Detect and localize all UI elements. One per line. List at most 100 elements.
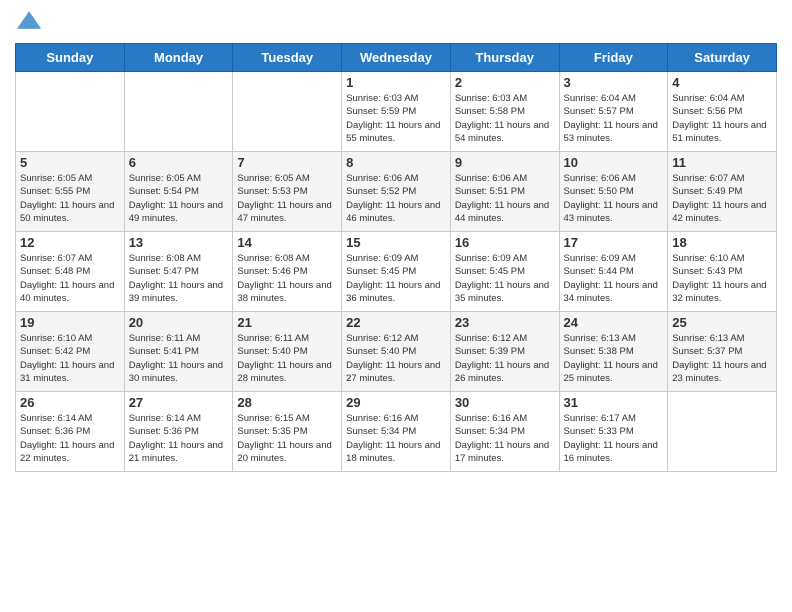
calendar-cell: 11Sunrise: 6:07 AM Sunset: 5:49 PM Dayli… bbox=[668, 152, 777, 232]
calendar-cell: 15 Sunrise: 6:09 AM Sunset: 5:45 PM Dayli… bbox=[342, 232, 451, 312]
date-number: 31 bbox=[564, 395, 664, 410]
week-row-3: 12 Sunrise: 6:07 AM Sunset: 5:48 PM Dayli… bbox=[16, 232, 777, 312]
cell-info: Sunrise: 6:06 AM Sunset: 5:51 PM Dayligh… bbox=[455, 172, 555, 225]
date-number: 28 bbox=[237, 395, 337, 410]
date-number: 13 bbox=[129, 235, 229, 250]
day-header-wednesday: Wednesday bbox=[342, 44, 451, 72]
cell-info: Sunrise: 6:04 AM Sunset: 5:57 PM Dayligh… bbox=[564, 92, 664, 145]
calendar-cell: 20Sunrise: 6:11 AM Sunset: 5:41 PM Dayli… bbox=[124, 312, 233, 392]
calendar-body: 1Sunrise: 6:03 AM Sunset: 5:59 PM Daylig… bbox=[16, 72, 777, 472]
week-row-1: 1Sunrise: 6:03 AM Sunset: 5:59 PM Daylig… bbox=[16, 72, 777, 152]
header-row: SundayMondayTuesdayWednesdayThursdayFrid… bbox=[16, 44, 777, 72]
date-number: 15 bbox=[346, 235, 446, 250]
calendar-cell bbox=[16, 72, 125, 152]
cell-info: Sunrise: 6:08 AM Sunset: 5:46 PM Dayligh… bbox=[237, 252, 337, 305]
cell-info: Sunrise: 6:05 AM Sunset: 5:54 PM Dayligh… bbox=[129, 172, 229, 225]
date-number: 27 bbox=[129, 395, 229, 410]
date-number: 30 bbox=[455, 395, 555, 410]
day-header-saturday: Saturday bbox=[668, 44, 777, 72]
calendar-cell: 18Sunrise: 6:10 AM Sunset: 5:43 PM Dayli… bbox=[668, 232, 777, 312]
cell-info: Sunrise: 6:13 AM Sunset: 5:38 PM Dayligh… bbox=[564, 332, 664, 385]
calendar-cell: 26Sunrise: 6:14 AM Sunset: 5:36 PM Dayli… bbox=[16, 392, 125, 472]
cell-info: Sunrise: 6:07 AM Sunset: 5:49 PM Dayligh… bbox=[672, 172, 772, 225]
cell-info: Sunrise: 6:09 AM Sunset: 5:44 PM Dayligh… bbox=[564, 252, 664, 305]
calendar-table: SundayMondayTuesdayWednesdayThursdayFrid… bbox=[15, 43, 777, 472]
date-number: 1 bbox=[346, 75, 446, 90]
date-number: 5 bbox=[20, 155, 120, 170]
cell-info: Sunrise: 6:04 AM Sunset: 5:56 PM Dayligh… bbox=[672, 92, 772, 145]
logo-icon bbox=[17, 10, 41, 30]
calendar-cell: 10 Sunrise: 6:06 AM Sunset: 5:50 PM Dayli… bbox=[559, 152, 668, 232]
cell-info: Sunrise: 6:05 AM Sunset: 5:53 PM Dayligh… bbox=[237, 172, 337, 225]
cell-info: Sunrise: 6:16 AM Sunset: 5:34 PM Dayligh… bbox=[455, 412, 555, 465]
calendar-cell: 14 Sunrise: 6:08 AM Sunset: 5:46 PM Dayli… bbox=[233, 232, 342, 312]
calendar-cell: 30 Sunrise: 6:16 AM Sunset: 5:34 PM Dayli… bbox=[450, 392, 559, 472]
logo-content bbox=[15, 10, 41, 35]
cell-info: Sunrise: 6:10 AM Sunset: 5:42 PM Dayligh… bbox=[20, 332, 120, 385]
date-number: 23 bbox=[455, 315, 555, 330]
date-number: 12 bbox=[20, 235, 120, 250]
date-number: 22 bbox=[346, 315, 446, 330]
calendar-cell bbox=[668, 392, 777, 472]
date-number: 25 bbox=[672, 315, 772, 330]
calendar-cell: 2Sunrise: 6:03 AM Sunset: 5:58 PM Daylig… bbox=[450, 72, 559, 152]
page-header bbox=[15, 10, 777, 35]
calendar-cell: 28 Sunrise: 6:15 AM Sunset: 5:35 PM Dayli… bbox=[233, 392, 342, 472]
calendar-cell: 23 Sunrise: 6:12 AM Sunset: 5:39 PM Dayli… bbox=[450, 312, 559, 392]
day-header-monday: Monday bbox=[124, 44, 233, 72]
date-number: 2 bbox=[455, 75, 555, 90]
cell-info: Sunrise: 6:11 AM Sunset: 5:40 PM Dayligh… bbox=[237, 332, 337, 385]
calendar-cell: 17Sunrise: 6:09 AM Sunset: 5:44 PM Dayli… bbox=[559, 232, 668, 312]
calendar-cell: 19 Sunrise: 6:10 AM Sunset: 5:42 PM Dayli… bbox=[16, 312, 125, 392]
calendar-cell: 31Sunrise: 6:17 AM Sunset: 5:33 PM Dayli… bbox=[559, 392, 668, 472]
calendar-cell: 25 Sunrise: 6:13 AM Sunset: 5:37 PM Dayli… bbox=[668, 312, 777, 392]
cell-info: Sunrise: 6:15 AM Sunset: 5:35 PM Dayligh… bbox=[237, 412, 337, 465]
calendar-cell: 5 Sunrise: 6:05 AM Sunset: 5:55 PM Daylig… bbox=[16, 152, 125, 232]
week-row-4: 19 Sunrise: 6:10 AM Sunset: 5:42 PM Dayli… bbox=[16, 312, 777, 392]
calendar-cell: 1Sunrise: 6:03 AM Sunset: 5:59 PM Daylig… bbox=[342, 72, 451, 152]
cell-info: Sunrise: 6:12 AM Sunset: 5:39 PM Dayligh… bbox=[455, 332, 555, 385]
date-number: 29 bbox=[346, 395, 446, 410]
week-row-5: 26Sunrise: 6:14 AM Sunset: 5:36 PM Dayli… bbox=[16, 392, 777, 472]
calendar-cell: 27 Sunrise: 6:14 AM Sunset: 5:36 PM Dayli… bbox=[124, 392, 233, 472]
calendar-cell bbox=[124, 72, 233, 152]
calendar-cell: 24 Sunrise: 6:13 AM Sunset: 5:38 PM Dayli… bbox=[559, 312, 668, 392]
cell-info: Sunrise: 6:16 AM Sunset: 5:34 PM Dayligh… bbox=[346, 412, 446, 465]
calendar-cell: 8Sunrise: 6:06 AM Sunset: 5:52 PM Daylig… bbox=[342, 152, 451, 232]
date-number: 3 bbox=[564, 75, 664, 90]
calendar-cell: 21 Sunrise: 6:11 AM Sunset: 5:40 PM Dayli… bbox=[233, 312, 342, 392]
calendar-cell: 6 Sunrise: 6:05 AM Sunset: 5:54 PM Daylig… bbox=[124, 152, 233, 232]
date-number: 16 bbox=[455, 235, 555, 250]
calendar-cell: 7Sunrise: 6:05 AM Sunset: 5:53 PM Daylig… bbox=[233, 152, 342, 232]
logo bbox=[15, 10, 41, 35]
cell-info: Sunrise: 6:10 AM Sunset: 5:43 PM Dayligh… bbox=[672, 252, 772, 305]
cell-info: Sunrise: 6:09 AM Sunset: 5:45 PM Dayligh… bbox=[346, 252, 446, 305]
date-number: 24 bbox=[564, 315, 664, 330]
calendar-cell: 22 Sunrise: 6:12 AM Sunset: 5:40 PM Dayli… bbox=[342, 312, 451, 392]
cell-info: Sunrise: 6:08 AM Sunset: 5:47 PM Dayligh… bbox=[129, 252, 229, 305]
week-row-2: 5 Sunrise: 6:05 AM Sunset: 5:55 PM Daylig… bbox=[16, 152, 777, 232]
page-container: SundayMondayTuesdayWednesdayThursdayFrid… bbox=[0, 0, 792, 482]
calendar-cell bbox=[233, 72, 342, 152]
cell-info: Sunrise: 6:09 AM Sunset: 5:45 PM Dayligh… bbox=[455, 252, 555, 305]
calendar-cell: 9Sunrise: 6:06 AM Sunset: 5:51 PM Daylig… bbox=[450, 152, 559, 232]
day-header-sunday: Sunday bbox=[16, 44, 125, 72]
cell-info: Sunrise: 6:12 AM Sunset: 5:40 PM Dayligh… bbox=[346, 332, 446, 385]
calendar-header: SundayMondayTuesdayWednesdayThursdayFrid… bbox=[16, 44, 777, 72]
cell-info: Sunrise: 6:13 AM Sunset: 5:37 PM Dayligh… bbox=[672, 332, 772, 385]
calendar-cell: 16 Sunrise: 6:09 AM Sunset: 5:45 PM Dayli… bbox=[450, 232, 559, 312]
date-number: 19 bbox=[20, 315, 120, 330]
date-number: 6 bbox=[129, 155, 229, 170]
date-number: 10 bbox=[564, 155, 664, 170]
cell-info: Sunrise: 6:14 AM Sunset: 5:36 PM Dayligh… bbox=[129, 412, 229, 465]
date-number: 20 bbox=[129, 315, 229, 330]
date-number: 14 bbox=[237, 235, 337, 250]
cell-info: Sunrise: 6:14 AM Sunset: 5:36 PM Dayligh… bbox=[20, 412, 120, 465]
cell-info: Sunrise: 6:05 AM Sunset: 5:55 PM Dayligh… bbox=[20, 172, 120, 225]
date-number: 8 bbox=[346, 155, 446, 170]
calendar-cell: 3 Sunrise: 6:04 AM Sunset: 5:57 PM Daylig… bbox=[559, 72, 668, 152]
calendar-cell: 12 Sunrise: 6:07 AM Sunset: 5:48 PM Dayli… bbox=[16, 232, 125, 312]
cell-info: Sunrise: 6:06 AM Sunset: 5:50 PM Dayligh… bbox=[564, 172, 664, 225]
date-number: 21 bbox=[237, 315, 337, 330]
cell-info: Sunrise: 6:07 AM Sunset: 5:48 PM Dayligh… bbox=[20, 252, 120, 305]
